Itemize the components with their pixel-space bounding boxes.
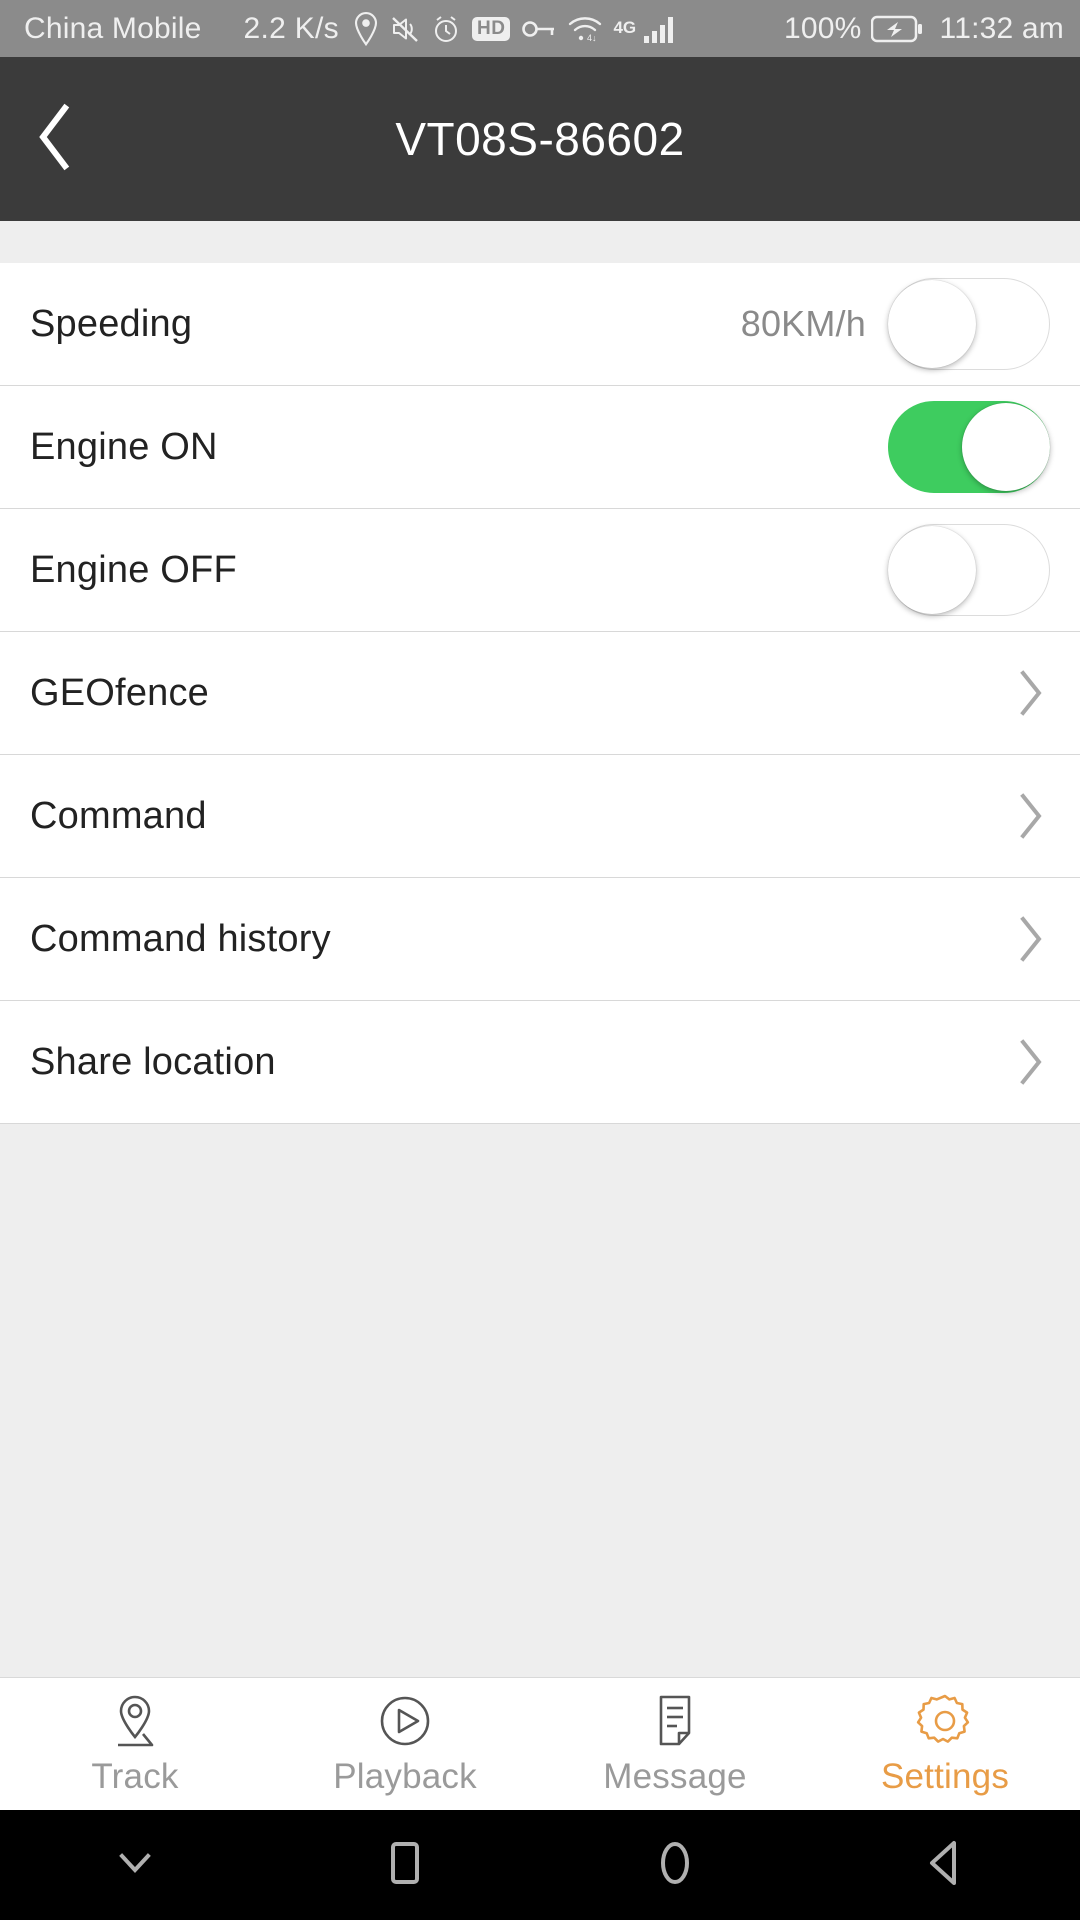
row-label: Engine ON <box>30 425 218 468</box>
status-icons-group: 2.2 K/s HD 4↓ 4G <box>243 11 785 46</box>
tab-label: Settings <box>880 1756 1010 1796</box>
list-item-command-history[interactable]: Command history <box>0 878 1080 1001</box>
section-gap <box>0 221 1080 263</box>
list-item-speeding[interactable]: Speeding 80KM/h <box>0 263 1080 386</box>
speeding-toggle[interactable] <box>888 278 1050 370</box>
row-label: Share location <box>30 1040 276 1083</box>
row-label: GEOfence <box>30 671 210 714</box>
vpn-key-icon <box>521 16 557 42</box>
app-header: VT08S-86602 <box>0 57 1080 221</box>
tab-track[interactable]: Track <box>0 1678 270 1810</box>
signal-icon <box>643 14 679 44</box>
wifi-icon: 4↓ <box>568 15 602 43</box>
location-icon <box>353 11 379 46</box>
speeding-value: 80KM/h <box>740 303 866 344</box>
tab-message[interactable]: Message <box>540 1678 810 1810</box>
row-label: Command history <box>30 917 331 960</box>
chevron-right-icon <box>1010 1037 1050 1087</box>
svg-text:4↓: 4↓ <box>587 33 597 43</box>
list-item-geofence[interactable]: GEOfence <box>0 632 1080 755</box>
network-speed-label: 2.2 K/s <box>243 11 339 45</box>
carrier-label: China Mobile <box>24 11 202 45</box>
android-nav-bar <box>0 1810 1080 1920</box>
list-item-share-location[interactable]: Share location <box>0 1001 1080 1124</box>
chevron-right-icon <box>1010 668 1050 718</box>
empty-area <box>0 1124 1080 1677</box>
location-pin-icon <box>106 1692 164 1750</box>
status-bar: China Mobile 2.2 K/s HD 4↓ 4G 100% 11:32… <box>0 0 1080 57</box>
document-icon <box>646 1692 704 1750</box>
network-type-label: 4G <box>613 17 637 37</box>
clock-label: 11:32 am <box>939 11 1064 45</box>
status-right-group: 100% 11:32 am <box>784 12 1064 46</box>
settings-list: Speeding 80KM/h Engine ON Engine OFF GEO… <box>0 263 1080 1124</box>
engine-on-toggle[interactable] <box>888 401 1050 493</box>
row-label: Command <box>30 794 207 837</box>
triangle-left-icon <box>922 1840 968 1891</box>
mute-icon <box>390 14 420 44</box>
page-title: VT08S-86602 <box>395 113 685 165</box>
header-back-button[interactable] <box>0 57 110 221</box>
back-button[interactable] <box>810 1840 1080 1891</box>
recents-button[interactable] <box>270 1840 540 1891</box>
gear-icon <box>916 1692 974 1750</box>
tab-playback[interactable]: Playback <box>270 1678 540 1810</box>
toggle-knob <box>888 280 976 368</box>
hide-keyboard-button[interactable] <box>0 1848 270 1883</box>
battery-percent-label: 100% <box>784 11 862 45</box>
alarm-icon <box>431 14 461 44</box>
list-item-engine-off[interactable]: Engine OFF <box>0 509 1080 632</box>
chevron-left-icon <box>33 102 77 177</box>
chevron-down-icon <box>114 1848 156 1883</box>
home-button[interactable] <box>540 1840 810 1891</box>
circle-icon <box>652 1840 698 1891</box>
play-circle-icon <box>376 1692 434 1750</box>
phone-screen: China Mobile 2.2 K/s HD 4↓ 4G 100% 11:32… <box>0 0 1080 1920</box>
hd-icon: HD <box>471 16 511 41</box>
row-label: Speeding <box>30 302 193 345</box>
tab-label: Playback <box>333 1756 477 1796</box>
battery-charging-icon <box>870 14 923 44</box>
chevron-right-icon <box>1010 914 1050 964</box>
list-item-command[interactable]: Command <box>0 755 1080 878</box>
square-icon <box>382 1840 428 1891</box>
row-label: Engine OFF <box>30 548 237 591</box>
tab-label: Message <box>603 1756 747 1796</box>
toggle-knob <box>888 526 976 614</box>
chevron-right-icon <box>1010 791 1050 841</box>
engine-off-toggle[interactable] <box>888 524 1050 616</box>
list-item-engine-on[interactable]: Engine ON <box>0 386 1080 509</box>
tab-label: Track <box>91 1756 179 1796</box>
bottom-tab-bar: Track Playback Message Settings <box>0 1677 1080 1810</box>
tab-settings[interactable]: Settings <box>810 1678 1080 1810</box>
toggle-knob <box>962 403 1050 491</box>
